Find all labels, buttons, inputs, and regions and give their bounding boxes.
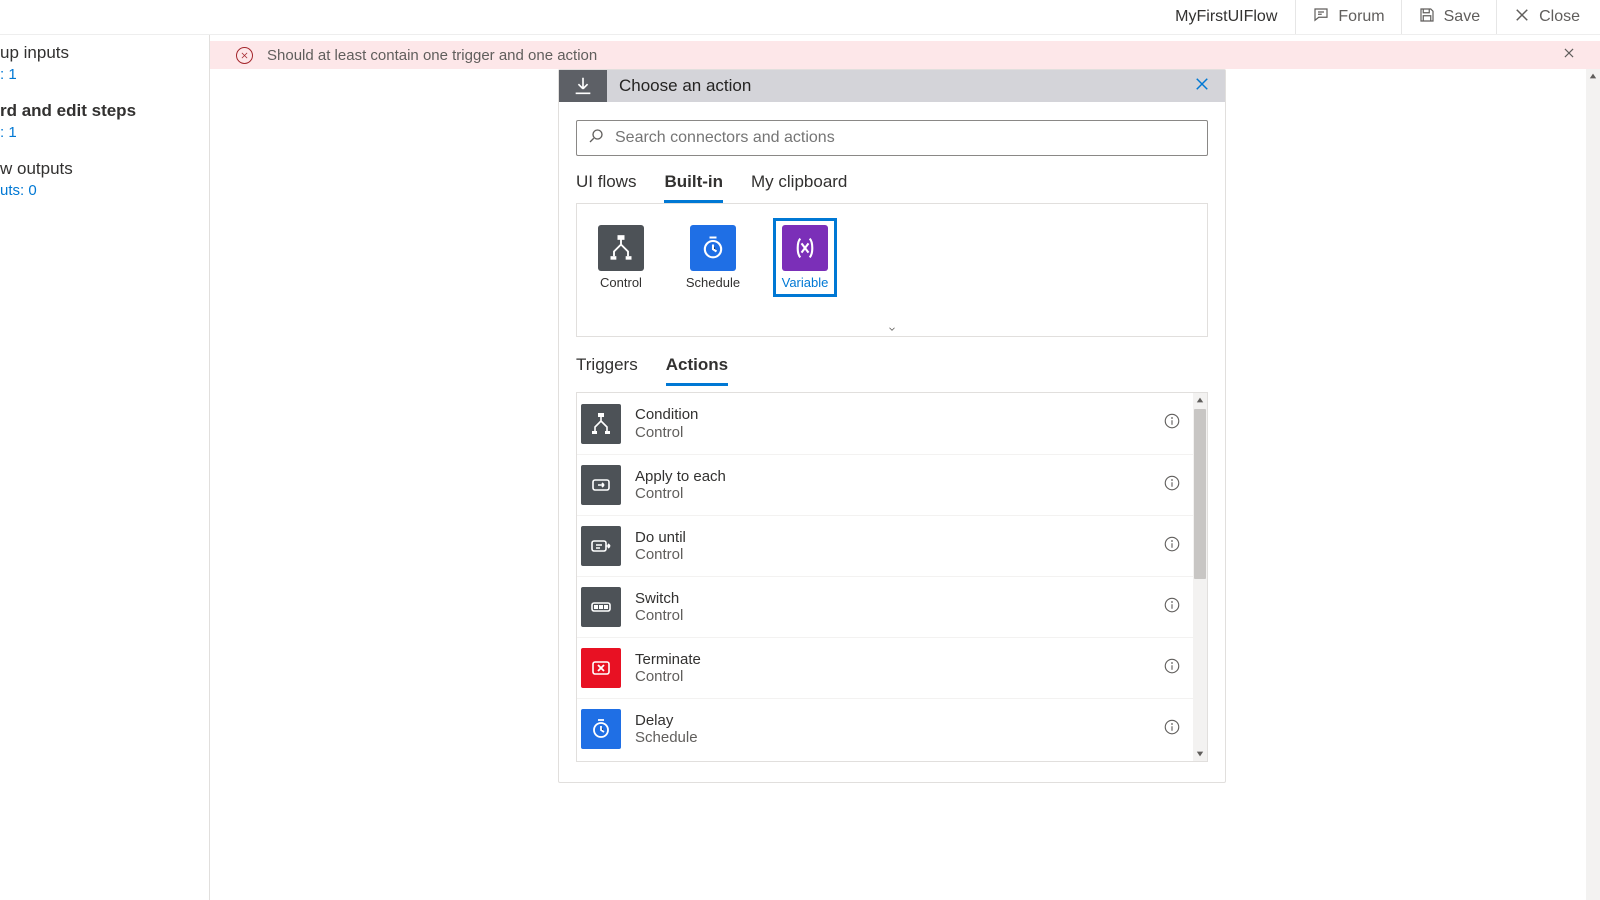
- action-icon: [581, 709, 621, 749]
- tab-uiflows[interactable]: UI flows: [576, 172, 636, 203]
- action-info-button[interactable]: [1163, 535, 1181, 558]
- variable-icon: [782, 225, 828, 271]
- topbar: MyFirstUIFlow Forum Save Close: [0, 0, 1600, 35]
- forum-icon: [1312, 6, 1330, 29]
- action-name: Condition: [635, 406, 1163, 423]
- scroll-up-button[interactable]: [1193, 393, 1207, 407]
- card-title: Choose an action: [607, 76, 751, 96]
- action-group: Control: [635, 668, 1163, 685]
- banner-close-button[interactable]: [1562, 46, 1576, 64]
- action-info-button[interactable]: [1163, 596, 1181, 619]
- action-row[interactable]: SwitchControl: [577, 576, 1193, 637]
- action-icon: [581, 465, 621, 505]
- action-group: Schedule: [635, 729, 1163, 746]
- page-scrollbar[interactable]: [1586, 69, 1600, 900]
- connector-tile-control[interactable]: Control: [589, 218, 653, 297]
- sidebar-step-inputs[interactable]: up inputs : 1: [0, 43, 209, 83]
- tab-clipboard[interactable]: My clipboard: [751, 172, 847, 203]
- control-icon: [598, 225, 644, 271]
- tab-actions[interactable]: Actions: [666, 355, 728, 386]
- connector-tile-variable[interactable]: Variable: [773, 218, 837, 297]
- card-close-button[interactable]: [1193, 73, 1211, 99]
- action-info-button[interactable]: [1163, 718, 1181, 741]
- scroll-down-button[interactable]: [1193, 747, 1207, 761]
- scroll-up-button[interactable]: [1586, 69, 1600, 83]
- tab-triggers[interactable]: Triggers: [576, 355, 638, 386]
- save-button[interactable]: Save: [1401, 0, 1496, 34]
- action-row[interactable]: TerminateControl: [577, 637, 1193, 698]
- action-name: Switch: [635, 590, 1163, 607]
- action-row[interactable]: Apply to eachControl: [577, 454, 1193, 515]
- save-icon: [1418, 6, 1436, 29]
- sidebar-step-count: : 1: [0, 124, 209, 141]
- action-info-button[interactable]: [1163, 474, 1181, 497]
- action-name: Delay: [635, 712, 1163, 729]
- search-icon: [587, 127, 605, 150]
- choose-action-card: Choose an action UI flows Built-in My cl…: [558, 69, 1226, 783]
- sidebar-step-count: uts: 0: [0, 182, 209, 199]
- tile-label: Schedule: [686, 275, 740, 290]
- schedule-icon: [690, 225, 736, 271]
- actions-list: ConditionControlApply to eachControlDo u…: [576, 392, 1208, 762]
- sidebar-step-record[interactable]: rd and edit steps : 1: [0, 101, 209, 141]
- action-name: Terminate: [635, 651, 1163, 668]
- connector-tabs: UI flows Built-in My clipboard: [559, 156, 1225, 203]
- card-header: Choose an action: [559, 70, 1225, 102]
- close-button[interactable]: Close: [1496, 0, 1596, 34]
- tab-builtin[interactable]: Built-in: [664, 172, 723, 203]
- tile-label: Variable: [782, 275, 829, 290]
- chevron-down-icon: [885, 321, 899, 339]
- scroll-thumb[interactable]: [1194, 409, 1206, 579]
- tile-label: Control: [600, 275, 642, 290]
- search-bar[interactable]: [576, 120, 1208, 156]
- flow-name: MyFirstUIFlow: [1157, 8, 1295, 26]
- action-info-button[interactable]: [1163, 657, 1181, 680]
- connector-grid: Control Schedule Variable: [576, 203, 1208, 323]
- close-icon: [1513, 6, 1531, 29]
- list-scrollbar[interactable]: [1193, 393, 1207, 761]
- sidebar-step-count: : 1: [0, 66, 209, 83]
- action-row[interactable]: ConditionControl: [577, 393, 1193, 454]
- action-name: Do until: [635, 529, 1163, 546]
- close-label: Close: [1539, 8, 1580, 26]
- card-header-icon: [559, 70, 607, 102]
- action-icon: [581, 648, 621, 688]
- banner-message: Should at least contain one trigger and …: [267, 47, 597, 64]
- action-group: Control: [635, 546, 1163, 563]
- steps-sidebar: up inputs : 1 rd and edit steps : 1 w ou…: [0, 35, 210, 900]
- sidebar-step-title: rd and edit steps: [0, 101, 209, 121]
- action-icon: [581, 526, 621, 566]
- sidebar-step-title: up inputs: [0, 43, 209, 63]
- connectors-expand-button[interactable]: [576, 323, 1208, 337]
- action-info-button[interactable]: [1163, 412, 1181, 435]
- save-label: Save: [1444, 8, 1480, 26]
- action-icon: [581, 404, 621, 444]
- search-input[interactable]: [615, 129, 1197, 147]
- action-group: Control: [635, 424, 1163, 441]
- action-name: Apply to each: [635, 468, 1163, 485]
- connector-tile-schedule[interactable]: Schedule: [681, 218, 745, 297]
- action-icon: [581, 587, 621, 627]
- validation-banner: Should at least contain one trigger and …: [210, 41, 1600, 69]
- action-row[interactable]: Do untilControl: [577, 515, 1193, 576]
- forum-button[interactable]: Forum: [1295, 0, 1400, 34]
- forum-label: Forum: [1338, 8, 1384, 26]
- error-icon: [236, 47, 253, 64]
- action-row[interactable]: DelaySchedule: [577, 698, 1193, 759]
- sidebar-step-title: w outputs: [0, 159, 209, 179]
- trigger-action-tabs: Triggers Actions: [559, 337, 1225, 386]
- action-group: Control: [635, 607, 1163, 624]
- sidebar-step-outputs[interactable]: w outputs uts: 0: [0, 159, 209, 199]
- designer-canvas: Choose an action UI flows Built-in My cl…: [210, 69, 1600, 900]
- action-group: Control: [635, 485, 1163, 502]
